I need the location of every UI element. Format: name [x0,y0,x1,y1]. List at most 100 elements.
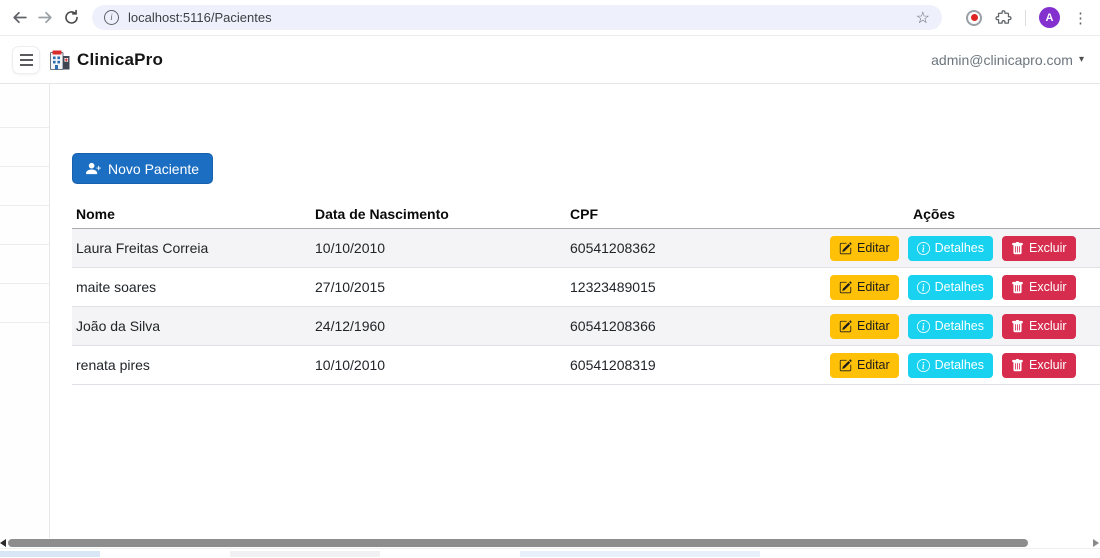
sidebar-item[interactable] [0,284,49,323]
info-circle-icon [916,241,930,255]
row-actions: Editar Detalhes Excluir [830,352,1100,378]
edit-label: Editar [857,241,890,255]
edit-button[interactable]: Editar [830,352,899,378]
edit-button[interactable]: Editar [830,274,899,300]
details-label: Detalhes [934,358,984,372]
taskbar-peek-segment [0,551,100,557]
cell-cpf: 12323489015 [570,279,656,295]
scroll-left-icon[interactable] [0,539,6,547]
profile-avatar[interactable]: A [1039,7,1060,28]
app-header: ClinicaPro admin@clinicapro.com ▾ [0,36,1100,84]
details-button[interactable]: Detalhes [907,235,993,261]
taskbar-peek-segment [230,551,380,557]
reload-icon[interactable] [58,5,84,31]
column-header-cpf: CPF [570,206,598,222]
column-header-nascimento: Data de Nascimento [315,206,449,222]
delete-label: Excluir [1029,280,1067,294]
cell-nascimento: 27/10/2015 [315,279,386,295]
url-bar[interactable]: i localhost:5116/Pacientes ☆ [92,5,942,30]
cell-cpf: 60541208362 [570,240,656,256]
cell-nome: João da Silva [76,318,161,334]
brand[interactable]: ClinicaPro [50,50,163,70]
sidebar-item[interactable] [0,206,49,245]
cell-nascimento: 10/10/2010 [315,357,386,373]
edit-button[interactable]: Editar [830,313,899,339]
delete-label: Excluir [1029,241,1067,255]
edit-label: Editar [857,319,890,333]
patients-table: Nome Data de Nascimento CPF Ações Laura … [72,200,1100,385]
edit-label: Editar [857,280,890,294]
cell-nascimento: 24/12/1960 [315,318,386,334]
app-title: ClinicaPro [77,49,164,69]
content-area: Novo Paciente Nome Data de Nascimento CP… [0,84,1100,538]
table-header-row: Nome Data de Nascimento CPF Ações [72,200,1100,229]
table-row: maite soares 27/10/2015 12323489015 Edit… [72,268,1100,307]
cell-cpf: 60541208319 [570,357,656,373]
delete-label: Excluir [1029,358,1067,372]
account-caret-icon: ▾ [1078,54,1084,65]
person-plus-icon [86,161,101,176]
browser-menu-icon[interactable]: ⋮ [1073,9,1088,27]
trash-icon [1011,319,1024,333]
browser-toolbar-right: A ⋮ [966,7,1100,28]
site-info-icon[interactable]: i [104,10,119,25]
sidebar-item[interactable] [0,84,49,128]
new-patient-button[interactable]: Novo Paciente [72,153,214,184]
column-header-acoes: Ações [913,206,956,222]
account-menu[interactable]: admin@clinicapro.com ▾ [931,52,1084,68]
info-circle-icon [916,319,930,333]
details-button[interactable]: Detalhes [907,274,993,300]
edit-label: Editar [857,358,890,372]
details-label: Detalhes [934,241,984,255]
back-icon[interactable] [6,5,32,31]
details-label: Detalhes [934,319,984,333]
account-email: admin@clinicapro.com [931,51,1073,68]
table-row: Laura Freitas Correia 10/10/2010 6054120… [72,229,1100,268]
record-dot [970,14,978,21]
taskbar-peek-segment [520,551,760,557]
delete-label: Excluir [1029,319,1067,333]
delete-button[interactable]: Excluir [1002,352,1076,378]
pencil-square-icon [839,358,852,372]
forward-icon[interactable] [32,5,58,31]
extensions-icon[interactable] [995,9,1012,26]
cell-nome: renata pires [76,357,150,373]
edit-button[interactable]: Editar [830,235,899,261]
hospital-logo-icon [50,50,70,70]
menu-toggle-icon[interactable] [12,45,40,74]
trash-icon [1011,280,1024,294]
pencil-square-icon [839,319,852,333]
pencil-square-icon [839,280,852,294]
scrollbar-thumb[interactable] [8,539,1028,547]
pencil-square-icon [839,241,852,255]
delete-button[interactable]: Excluir [1002,274,1076,300]
row-actions: Editar Detalhes Excluir [830,235,1100,261]
table-row: renata pires 10/10/2010 60541208319 Edit… [72,346,1100,385]
details-label: Detalhes [934,280,984,294]
info-circle-icon [916,358,930,372]
star-icon[interactable]: ☆ [916,8,930,28]
cell-nome: Laura Freitas Correia [76,240,209,256]
details-button[interactable]: Detalhes [907,352,993,378]
sidebar-item[interactable] [0,128,49,167]
bottom-edge-strip [0,548,1100,558]
url-text[interactable]: localhost:5116/Pacientes [128,10,272,25]
sidebar-item[interactable] [0,245,49,284]
delete-button[interactable]: Excluir [1002,313,1076,339]
trash-icon [1011,241,1024,255]
sidebar-item[interactable] [0,167,49,206]
record-icon[interactable] [966,9,982,26]
new-patient-label: Novo Paciente [108,160,200,177]
patients-page: Novo Paciente Nome Data de Nascimento CP… [50,84,1100,538]
details-button[interactable]: Detalhes [907,313,993,339]
browser-toolbar: i localhost:5116/Pacientes ☆ A ⋮ [0,0,1100,36]
sidebar [0,84,50,538]
row-actions: Editar Detalhes Excluir [830,274,1100,300]
column-header-nome: Nome [76,206,115,222]
delete-button[interactable]: Excluir [1002,235,1076,261]
horizontal-scrollbar[interactable] [0,538,1100,548]
scroll-right-icon[interactable] [1093,539,1099,547]
row-actions: Editar Detalhes Excluir [830,313,1100,339]
cell-nascimento: 10/10/2010 [315,240,386,256]
toolbar-separator [1025,9,1026,26]
